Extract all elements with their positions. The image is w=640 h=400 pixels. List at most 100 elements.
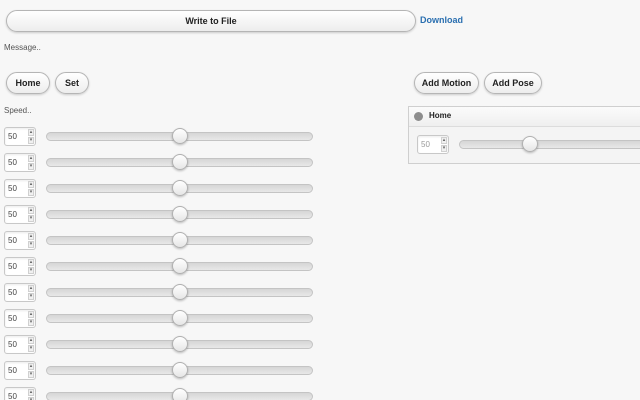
slider-row: 50 ▴ ▾ [4,179,324,201]
pose-speed-row: 50 ▴ ▾ [417,135,640,157]
speed-value: 50 [8,288,17,297]
speed-stepper[interactable]: 50 ▴ ▾ [4,231,36,250]
spin-up-icon[interactable]: ▴ [28,285,34,292]
speed-slider-track[interactable] [46,362,313,378]
spin-down-icon[interactable]: ▾ [28,215,34,222]
pose-header[interactable]: Home [409,107,640,127]
speed-slider-track[interactable] [46,128,313,144]
speed-slider-thumb[interactable] [171,284,188,300]
speed-label: Speed.. [4,106,32,115]
spin-down-icon[interactable]: ▾ [28,319,34,326]
pose-speed-value: 50 [421,140,430,149]
speed-value: 50 [8,366,17,375]
add-pose-label: Add Pose [492,78,534,88]
spin-up-icon[interactable]: ▴ [28,129,34,136]
speed-stepper[interactable]: 50 ▴ ▾ [4,335,36,354]
speed-slider-track[interactable] [46,310,313,326]
spin-up-icon[interactable]: ▴ [28,181,34,188]
slider-row: 50 ▴ ▾ [4,387,324,400]
speed-slider-thumb[interactable] [171,388,188,400]
pose-title: Home [429,111,452,120]
spin-up-icon[interactable]: ▴ [28,363,34,370]
speed-slider-track[interactable] [46,154,313,170]
slider-row: 50 ▴ ▾ [4,127,324,149]
message-text: Message.. [4,43,41,52]
speed-stepper[interactable]: 50 ▴ ▾ [4,361,36,380]
spin-down-icon[interactable]: ▾ [28,241,34,248]
speed-slider-thumb[interactable] [171,206,188,222]
write-to-file-button[interactable]: Write to File [6,10,416,32]
spin-up-icon[interactable]: ▴ [28,207,34,214]
set-button[interactable]: Set [55,72,89,94]
spin-down-icon[interactable]: ▾ [28,293,34,300]
slider-row: 50 ▴ ▾ [4,257,324,279]
add-motion-label: Add Motion [421,78,472,88]
home-button-label: Home [15,78,41,88]
speed-slider-thumb[interactable] [171,310,188,326]
slider-row: 50 ▴ ▾ [4,205,324,227]
speed-slider-thumb[interactable] [171,232,188,248]
spin-up-icon[interactable]: ▴ [441,137,447,144]
speed-slider-thumb[interactable] [171,258,188,274]
spin-down-icon[interactable]: ▾ [441,145,447,152]
speed-stepper[interactable]: 50 ▴ ▾ [4,309,36,328]
spin-down-icon[interactable]: ▾ [28,189,34,196]
spin-up-icon[interactable]: ▴ [28,259,34,266]
set-button-label: Set [64,78,79,88]
spin-up-icon[interactable]: ▴ [28,337,34,344]
speed-slider-track[interactable] [46,284,313,300]
speed-value: 50 [8,340,17,349]
speed-value: 50 [8,184,17,193]
slider-row: 50 ▴ ▾ [4,231,324,253]
speed-stepper[interactable]: 50 ▴ ▾ [4,179,36,198]
slider-row: 50 ▴ ▾ [4,361,324,383]
speed-value: 50 [8,262,17,271]
speed-slider-thumb[interactable] [171,128,188,144]
speed-value: 50 [8,314,17,323]
home-button[interactable]: Home [6,72,50,94]
pose-speed-slider-thumb[interactable] [522,136,538,152]
speed-value: 50 [8,236,17,245]
speed-stepper[interactable]: 50 ▴ ▾ [4,387,36,400]
speed-stepper[interactable]: 50 ▴ ▾ [4,283,36,302]
spin-down-icon[interactable]: ▾ [28,345,34,352]
speed-value: 50 [8,132,17,141]
speed-slider-track[interactable] [46,336,313,352]
spin-up-icon[interactable]: ▴ [28,155,34,162]
spin-up-icon[interactable]: ▴ [28,233,34,240]
slider-row: 50 ▴ ▾ [4,153,324,175]
speed-slider-thumb[interactable] [171,336,188,352]
speed-value: 50 [8,392,17,400]
spin-up-icon[interactable]: ▴ [28,389,34,396]
speed-slider-thumb[interactable] [171,154,188,170]
speed-value: 50 [8,158,17,167]
speed-slider-track[interactable] [46,232,313,248]
speed-slider-track[interactable] [46,388,313,400]
pose-status-dot-icon [414,112,423,121]
speed-slider-thumb[interactable] [171,362,188,378]
speed-stepper[interactable]: 50 ▴ ▾ [4,205,36,224]
slider-row: 50 ▴ ▾ [4,335,324,357]
slider-row: 50 ▴ ▾ [4,283,324,305]
speed-slider-track[interactable] [46,206,313,222]
speed-stepper[interactable]: 50 ▴ ▾ [4,127,36,146]
add-pose-button[interactable]: Add Pose [484,72,542,94]
pose-speed-slider-track[interactable] [459,136,640,152]
speed-slider-thumb[interactable] [171,180,188,196]
slider-row: 50 ▴ ▾ [4,309,324,331]
spin-down-icon[interactable]: ▾ [28,137,34,144]
pose-speed-stepper[interactable]: 50 ▴ ▾ [417,135,449,154]
add-motion-button[interactable]: Add Motion [414,72,479,94]
spin-up-icon[interactable]: ▴ [28,311,34,318]
spin-down-icon[interactable]: ▾ [28,371,34,378]
speed-stepper[interactable]: 50 ▴ ▾ [4,257,36,276]
speed-slider-track[interactable] [46,180,313,196]
speed-slider-track[interactable] [46,258,313,274]
speed-stepper[interactable]: 50 ▴ ▾ [4,153,36,172]
spin-down-icon[interactable]: ▾ [28,163,34,170]
pose-panel: Home 50 ▴ ▾ [408,106,640,164]
speed-value: 50 [8,210,17,219]
download-link[interactable]: Download [420,15,463,25]
spin-down-icon[interactable]: ▾ [28,267,34,274]
write-to-file-label: Write to File [185,16,237,26]
